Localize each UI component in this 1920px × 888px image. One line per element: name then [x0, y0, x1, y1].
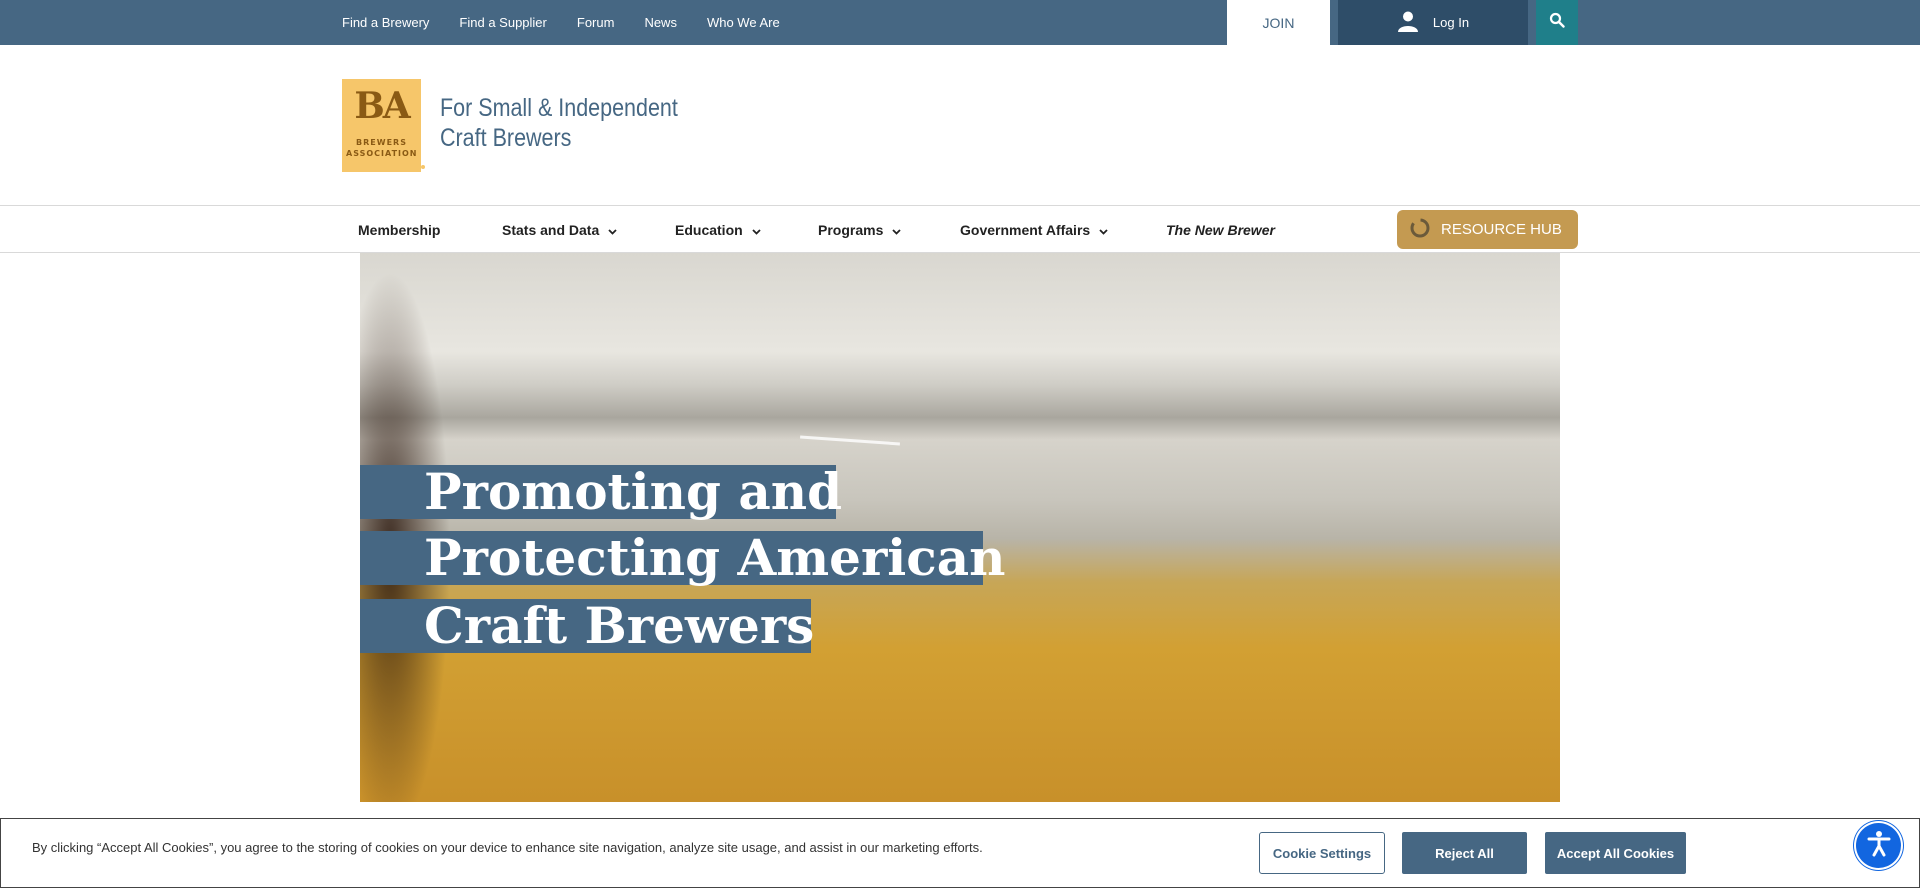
- top-utility-bar: Find a Brewery Find a Supplier Forum New…: [0, 0, 1920, 45]
- user-icon: [1397, 10, 1419, 35]
- hero-banner: Promoting and Protecting American Craft …: [360, 253, 1560, 802]
- resource-hub-button[interactable]: RESOURCE HUB: [1397, 210, 1578, 249]
- chevron-down-icon: [752, 222, 761, 238]
- link-forum[interactable]: Forum: [577, 15, 615, 30]
- chevron-down-icon: [608, 222, 617, 238]
- chevron-down-icon: [1099, 222, 1108, 238]
- logo-dot: [421, 165, 425, 169]
- accessibility-button[interactable]: [1856, 823, 1901, 868]
- link-find-a-brewery[interactable]: Find a Brewery: [342, 15, 429, 30]
- resource-hub-icon: [1409, 217, 1431, 243]
- login-button[interactable]: Log In: [1338, 0, 1528, 45]
- nav-item-the-new-brewer[interactable]: The New Brewer: [1166, 207, 1275, 253]
- chevron-down-icon: [892, 222, 901, 238]
- nav-item-government-affairs[interactable]: Government Affairs: [960, 207, 1108, 253]
- nav-item-label: Government Affairs: [960, 222, 1091, 238]
- search-icon: [1549, 12, 1565, 33]
- headline-line1: Promoting and: [424, 462, 843, 521]
- accept-all-cookies-button[interactable]: Accept All Cookies: [1545, 832, 1686, 874]
- logo-wordmark: BREWERS ASSOCIATION: [346, 137, 417, 159]
- link-who-we-are[interactable]: Who We Are: [707, 15, 780, 30]
- main-nav: Membership Stats and Data Education Prog…: [0, 207, 1920, 253]
- headline-line2: Protecting American: [424, 528, 1006, 587]
- link-news[interactable]: News: [644, 15, 677, 30]
- site-header: BA BREWERS ASSOCIATION For Small & Indep…: [0, 45, 1920, 206]
- nav-item-label: Stats and Data: [502, 222, 600, 238]
- nav-item-label: The New Brewer: [1166, 222, 1275, 238]
- tagline-line1: For Small & Independent: [440, 94, 678, 122]
- logo-monogram: BA: [354, 85, 410, 127]
- headline-line3: Craft Brewers: [424, 596, 815, 655]
- hero-image-glare: [800, 435, 900, 446]
- nav-item-membership[interactable]: Membership: [358, 207, 440, 253]
- top-links: Find a Brewery Find a Supplier Forum New…: [342, 0, 810, 45]
- join-button[interactable]: JOIN: [1227, 0, 1330, 45]
- nav-item-education[interactable]: Education: [675, 207, 761, 253]
- nav-item-label: Programs: [818, 222, 884, 238]
- accessibility-icon: [1864, 828, 1894, 863]
- login-label: Log In: [1432, 15, 1470, 30]
- link-find-a-supplier[interactable]: Find a Supplier: [459, 15, 546, 30]
- resource-hub-label: RESOURCE HUB: [1441, 221, 1562, 238]
- nav-item-label: Education: [675, 222, 743, 238]
- cookie-banner: By clicking “Accept All Cookies”, you ag…: [0, 818, 1920, 888]
- reject-all-button[interactable]: Reject All: [1402, 832, 1527, 874]
- search-button[interactable]: [1536, 0, 1578, 45]
- tagline-line2: Craft Brewers: [440, 124, 572, 152]
- nav-item-label: Membership: [358, 222, 441, 238]
- logo-wordmark-line2: ASSOCIATION: [346, 149, 418, 158]
- nav-item-programs[interactable]: Programs: [818, 207, 901, 253]
- site-tagline: For Small & Independent Craft Brewers: [440, 93, 678, 153]
- cookie-consent-text: By clicking “Accept All Cookies”, you ag…: [32, 840, 983, 855]
- cookie-settings-button[interactable]: Cookie Settings: [1259, 832, 1385, 874]
- brewers-association-logo[interactable]: BA BREWERS ASSOCIATION: [342, 79, 421, 172]
- nav-item-stats-and-data[interactable]: Stats and Data: [502, 207, 617, 253]
- logo-wordmark-line1: BREWERS: [356, 138, 407, 147]
